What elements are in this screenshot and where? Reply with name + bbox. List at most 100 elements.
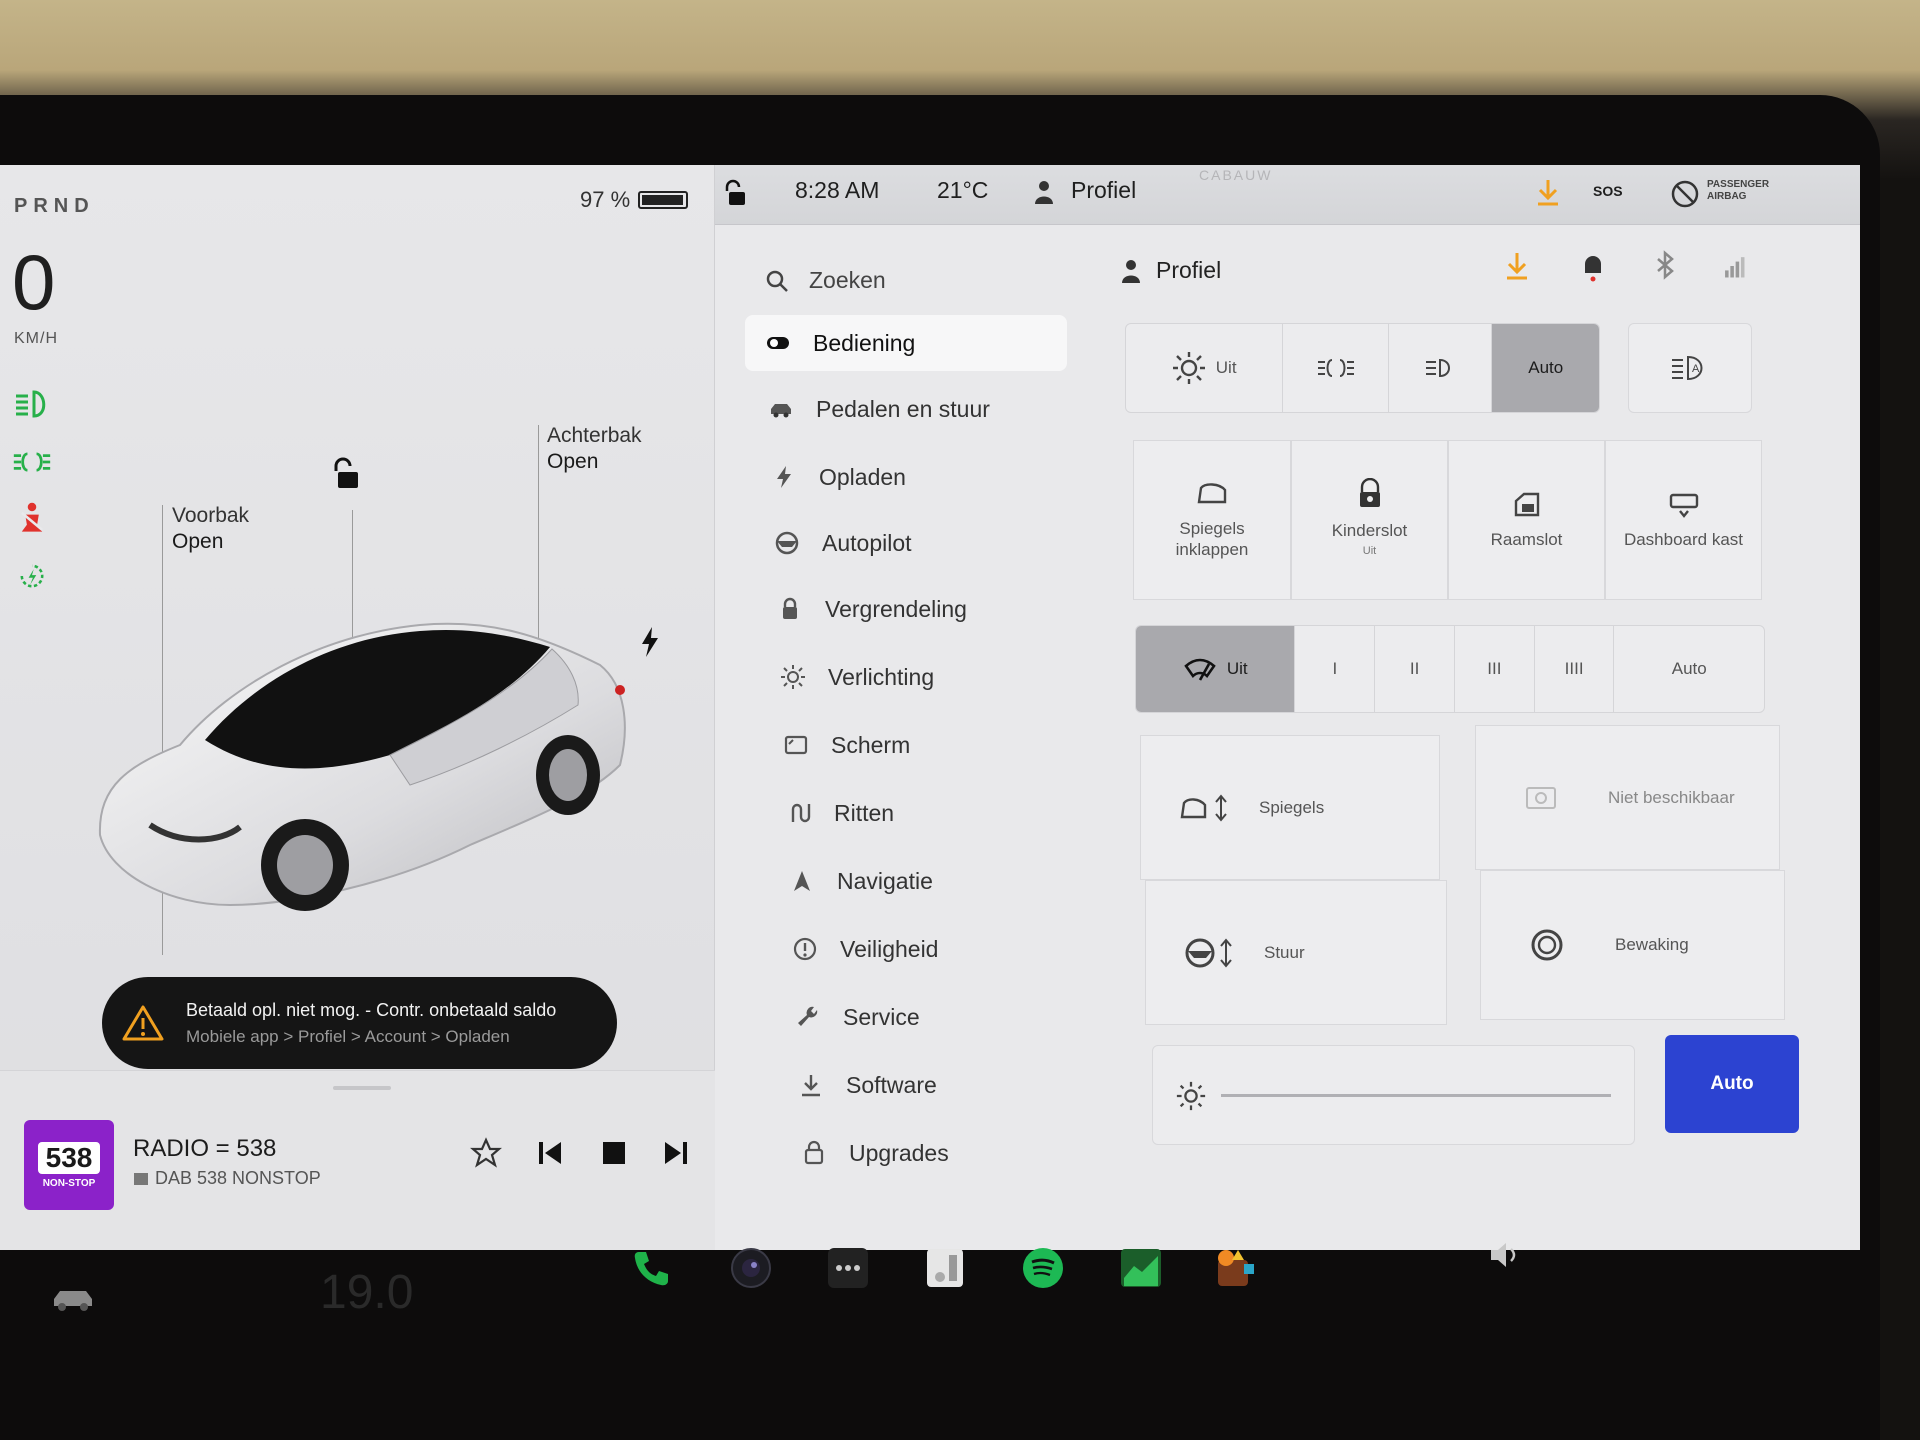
sos-button[interactable]: SOS	[1593, 183, 1623, 199]
low-beam-option[interactable]	[1389, 324, 1493, 412]
headlight-icon	[16, 390, 46, 418]
sun-icon	[1172, 352, 1205, 384]
menu-item-upgrades[interactable]: Upgrades	[781, 1125, 1103, 1181]
stocks-app-button[interactable]	[1118, 1245, 1164, 1291]
unlock-icon[interactable]	[330, 457, 360, 491]
car-app-button[interactable]	[50, 1276, 96, 1322]
menu-item-verlichting[interactable]: Verlichting	[760, 649, 1082, 705]
camera-app-button[interactable]	[728, 1245, 774, 1291]
media-drawer-handle[interactable]	[333, 1086, 391, 1090]
menu-item-label: Vergrendeling	[825, 595, 967, 622]
sentry-label: Bewaking	[1615, 935, 1689, 954]
media-subtitle: DAB 538 NONSTOP	[155, 1168, 321, 1188]
energy-app-icon	[927, 1249, 963, 1287]
seatbelt-warning-icon	[20, 502, 44, 532]
brightness-slider[interactable]	[1152, 1045, 1635, 1145]
airbag-status: PASSENGER AIRBAG	[1707, 179, 1769, 203]
child-lock-button[interactable]: Kinderslot Uit	[1291, 440, 1448, 600]
next-button[interactable]	[656, 1133, 696, 1173]
toggle-icon	[767, 337, 789, 349]
camera-icon	[731, 1248, 771, 1288]
rear-trunk-label[interactable]: Achterbak Open	[547, 423, 642, 475]
rear-trunk-name: Achterbak	[547, 424, 642, 447]
steering-wheel-icon	[775, 531, 799, 555]
menu-item-label: Bediening	[813, 329, 916, 356]
search-bar[interactable]: Zoeken	[765, 267, 886, 294]
wiper-speed-2[interactable]: II	[1375, 626, 1455, 712]
brightness-icon	[1176, 1081, 1206, 1111]
brightness-track[interactable]	[1221, 1094, 1611, 1097]
profile-header[interactable]: Profiel	[1120, 257, 1221, 284]
favorite-button[interactable]	[466, 1133, 506, 1173]
alert-text: Betaald opl. niet mog. - Contr. onbetaal…	[186, 1000, 556, 1047]
lock-status-icon[interactable]	[723, 179, 749, 209]
stop-button[interactable]	[594, 1133, 634, 1173]
bag-icon	[804, 1140, 824, 1165]
brightness-auto-button[interactable]: Auto	[1665, 1035, 1799, 1133]
light-auto-option[interactable]: Auto	[1492, 324, 1599, 412]
menu-item-autopilot[interactable]: Autopilot	[754, 515, 1076, 571]
sun-icon	[781, 665, 805, 689]
status-bar: 8:28 AM 21°C Profiel CABAUW SOS PASSENGE…	[715, 165, 1860, 225]
window-lock-button[interactable]: Raamslot	[1448, 440, 1605, 600]
light-off-label: Uit	[1215, 358, 1237, 377]
alert-title: Betaald opl. niet mog. - Contr. onbetaal…	[186, 999, 557, 1020]
menu-item-scherm[interactable]: Scherm	[763, 717, 1085, 773]
volume-icon	[1491, 1243, 1516, 1267]
stocks-icon	[1121, 1249, 1161, 1287]
bell-icon[interactable]	[1578, 249, 1608, 283]
fold-mirrors-button[interactable]: Spiegels inklappen	[1133, 440, 1291, 600]
clock: 8:28 AM	[795, 177, 880, 203]
child-lock-icon	[1359, 478, 1380, 507]
wiper-speed-3[interactable]: III	[1455, 626, 1535, 712]
menu-item-veiligheid[interactable]: Veiligheid	[772, 921, 1094, 977]
volume-button[interactable]	[1482, 1232, 1528, 1278]
phone-app-button[interactable]	[628, 1245, 674, 1291]
battery-fill	[642, 195, 683, 205]
wiper-speed-1[interactable]: I	[1295, 626, 1376, 712]
front-trunk-state: Open	[172, 530, 224, 553]
wiper-speed-4[interactable]: IIII	[1535, 626, 1615, 712]
menu-item-vergrendeling[interactable]: Vergrendeling	[757, 581, 1079, 637]
menu-item-bediening[interactable]: Bediening	[745, 315, 1067, 371]
charging-alert-banner[interactable]: Betaald opl. niet mog. - Contr. onbetaal…	[102, 977, 617, 1069]
status-profile-label[interactable]: Profiel	[1071, 177, 1136, 204]
toybox-app-button[interactable]	[1213, 1245, 1259, 1291]
menu-item-ritten[interactable]: Ritten	[766, 785, 1088, 841]
search-icon	[766, 270, 788, 292]
steering-adjust-icon	[1185, 937, 1232, 968]
wiper-auto-option[interactable]: Auto	[1614, 626, 1764, 712]
menu-item-pedalen-en-stuur[interactable]: Pedalen en stuur	[748, 381, 1070, 437]
menu-item-label: Veiligheid	[840, 935, 939, 962]
outside-temperature: 21°C	[937, 177, 989, 203]
phone-icon	[634, 1252, 668, 1286]
child-lock-state: Uit	[1362, 545, 1377, 557]
menu-item-software[interactable]: Software	[778, 1057, 1100, 1113]
spotify-icon	[1023, 1248, 1063, 1288]
light-off-option[interactable]: Uit	[1126, 324, 1284, 412]
glovebox-button[interactable]: Dashboard kast	[1605, 440, 1762, 600]
menu-item-label: Verlichting	[828, 663, 935, 690]
adjust-steering-button[interactable]: Stuur	[1145, 880, 1447, 1025]
download-icon[interactable]	[1502, 249, 1532, 283]
spotify-app-button[interactable]	[1020, 1245, 1066, 1291]
energy-app-button[interactable]	[922, 1245, 968, 1291]
download-icon[interactable]	[1535, 177, 1561, 207]
more-apps-button[interactable]	[825, 1245, 871, 1291]
adjust-steering-label: Stuur	[1264, 942, 1305, 962]
parking-lights-option[interactable]	[1283, 324, 1389, 412]
sentry-mode-button[interactable]: Bewaking	[1480, 870, 1785, 1020]
wiper-off-option[interactable]: Uit	[1136, 626, 1296, 712]
menu-item-opladen[interactable]: Opladen	[751, 449, 1073, 505]
parking-light-icon	[13, 452, 51, 472]
front-trunk-label[interactable]: Voorbak Open	[172, 503, 249, 555]
profile-icon[interactable]	[1033, 179, 1055, 205]
glovebox-label: Dashboard kast	[1623, 529, 1744, 549]
climate-temperature-ghost: 19.0	[320, 1266, 414, 1319]
menu-item-navigatie[interactable]: Navigatie	[769, 853, 1091, 909]
menu-item-service[interactable]: Service	[775, 989, 1097, 1045]
bluetooth-icon[interactable]	[1650, 249, 1680, 283]
previous-button[interactable]	[530, 1133, 570, 1173]
auto-high-beam-button[interactable]: A	[1628, 323, 1752, 413]
adjust-mirrors-button[interactable]: Spiegels	[1140, 735, 1440, 880]
